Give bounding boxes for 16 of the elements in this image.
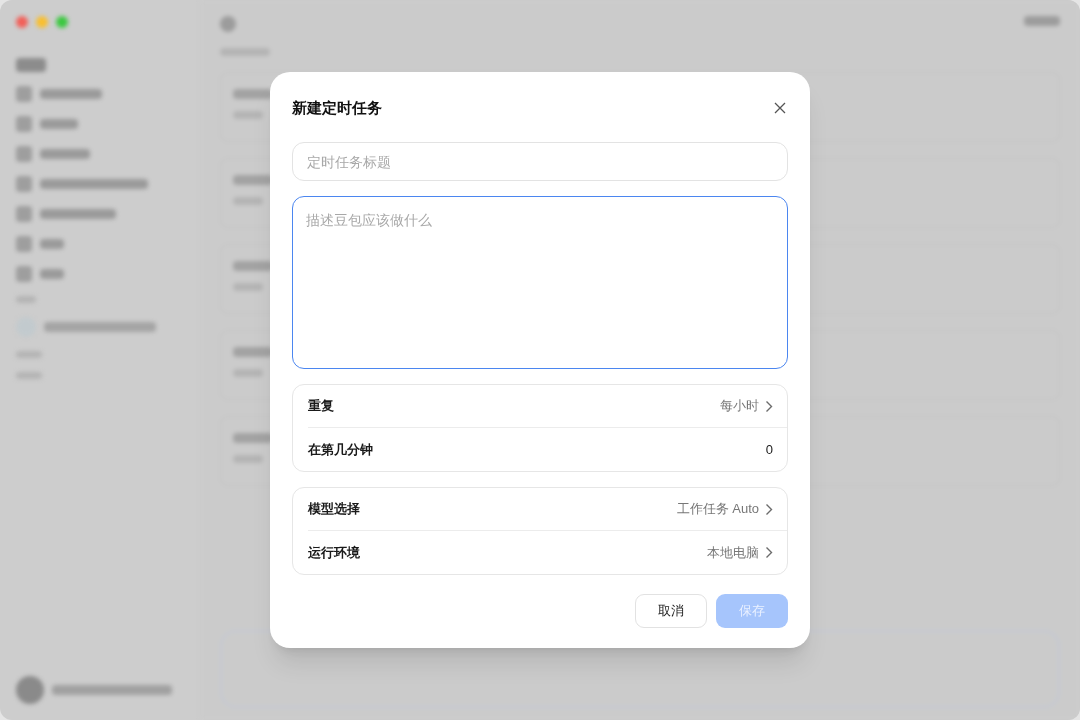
setting-label: 模型选择 xyxy=(308,500,360,519)
title-field[interactable]: 定时任务标题 xyxy=(292,142,788,181)
setting-select[interactable]: 每小时 xyxy=(720,396,773,416)
number-field[interactable]: 0 xyxy=(713,439,773,460)
chevron-right-icon xyxy=(765,546,773,559)
chevron-right-icon xyxy=(765,502,773,516)
cancel-button[interactable]: 取消 xyxy=(635,594,707,628)
setting-label: 在第几分钟 xyxy=(308,440,373,459)
dialog-title: 新建定时任务 xyxy=(292,97,382,118)
setting-label: 运行环境 xyxy=(308,543,360,562)
description-field[interactable]: 描述豆包应该做什么 xyxy=(292,196,788,369)
setting-select[interactable]: 工作任务 Auto xyxy=(676,499,773,519)
chevron-right-icon xyxy=(765,399,773,413)
setting-select[interactable]: 本地电脑 xyxy=(707,542,773,563)
setting-label: 重复 xyxy=(308,397,334,416)
close-icon[interactable] xyxy=(772,100,788,116)
